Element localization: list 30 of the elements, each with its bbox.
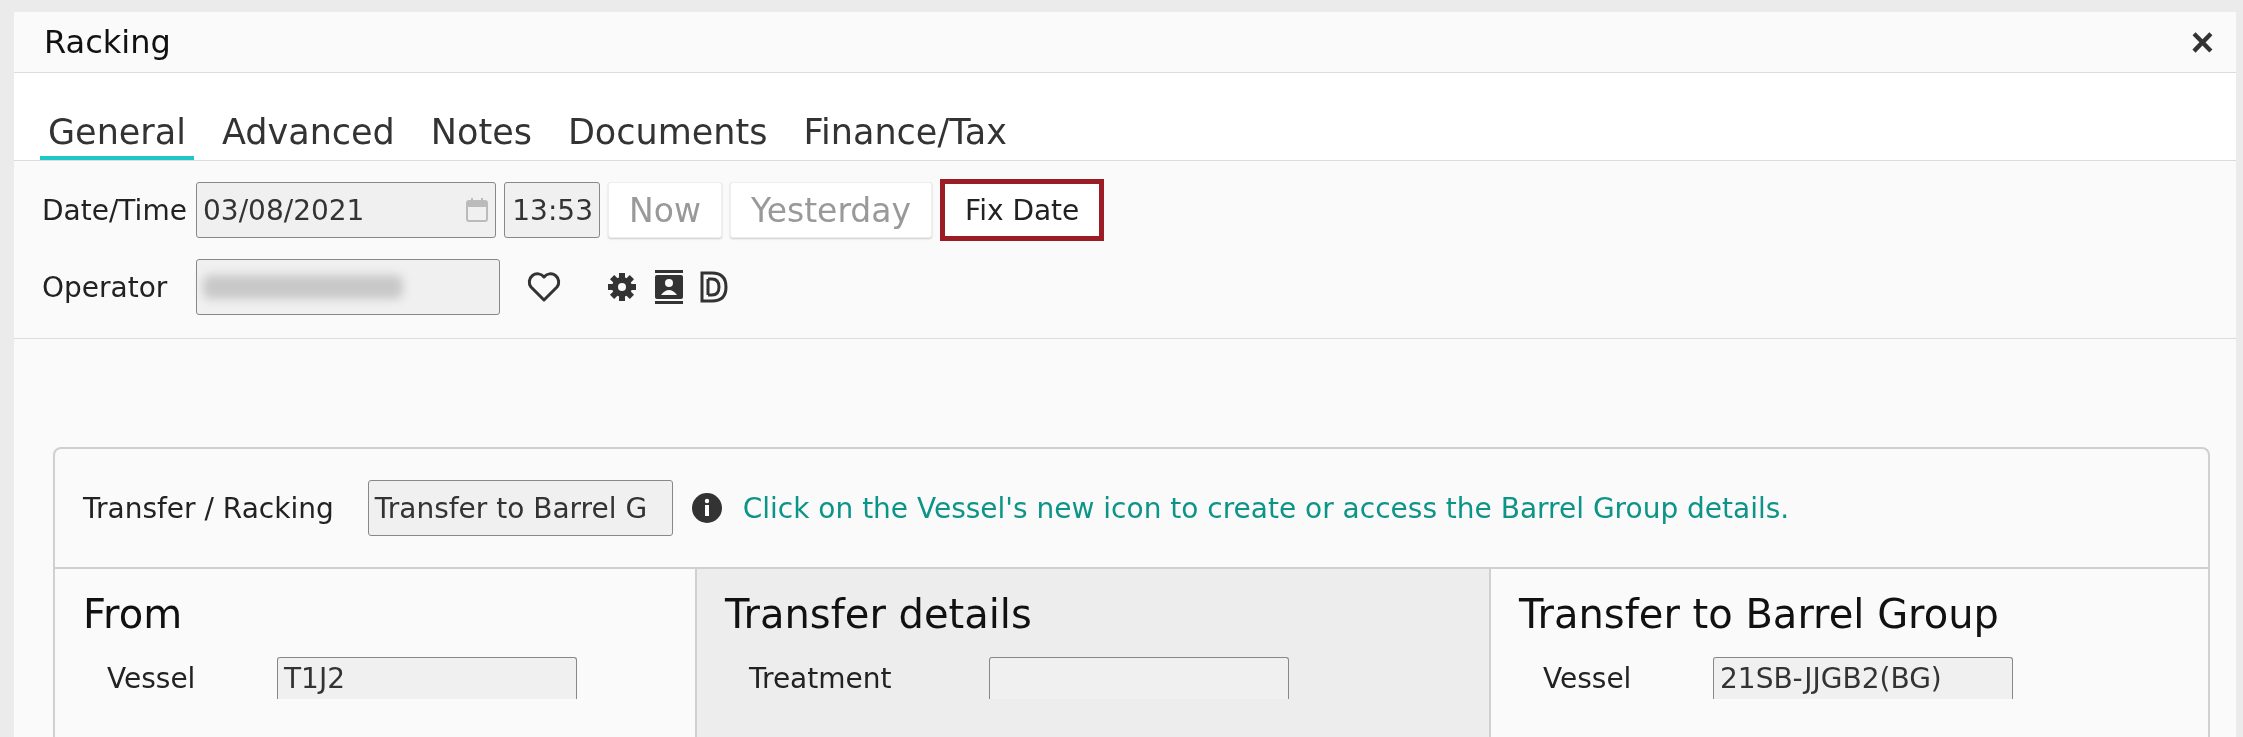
section-heading: From: [83, 591, 184, 637]
tab[interactable]: Documents: [559, 112, 776, 160]
tab[interactable]: Advanced: [213, 112, 403, 160]
tab[interactable]: General: [40, 112, 194, 160]
date-field[interactable]: 03/08/2021: [196, 182, 496, 238]
calendar-icon: [465, 197, 489, 223]
settings-icon[interactable]: [606, 271, 638, 303]
tab[interactable]: Notes: [422, 112, 540, 160]
time-field[interactable]: 13:53: [504, 182, 600, 238]
vessel-field[interactable]: [989, 657, 1289, 699]
transfer-type-field[interactable]: Transfer to Barrel G: [367, 480, 673, 536]
date-button[interactable]: Fix Date: [940, 179, 1105, 241]
field-label: Transfer / Racking: [83, 491, 334, 525]
operator-field[interactable]: [196, 259, 500, 315]
info-icon: [690, 492, 723, 524]
section-heading: Transfer to Barrel Group: [1519, 591, 2000, 637]
field-label: Vessel: [107, 661, 197, 695]
heart-icon[interactable]: [526, 271, 562, 303]
vessel-field[interactable]: T1J2: [277, 657, 577, 699]
document-icon[interactable]: [700, 271, 728, 303]
field-label: Treatment: [749, 661, 893, 695]
close-button[interactable]: ×: [2190, 22, 2214, 62]
hint-text: Click on the Vessel's new icon to create or access the Barrel Group details.: [742, 491, 1790, 525]
contact-card-icon[interactable]: [654, 270, 684, 304]
tab[interactable]: Finance/Tax: [795, 112, 1015, 160]
field-label: Operator: [42, 270, 169, 304]
section-heading: Transfer details: [725, 591, 1033, 637]
window-title: Racking: [44, 23, 171, 61]
vessel-field[interactable]: 21SB-JJGB2(BG): [1713, 657, 2013, 699]
field-label: Vessel: [1543, 661, 1633, 695]
